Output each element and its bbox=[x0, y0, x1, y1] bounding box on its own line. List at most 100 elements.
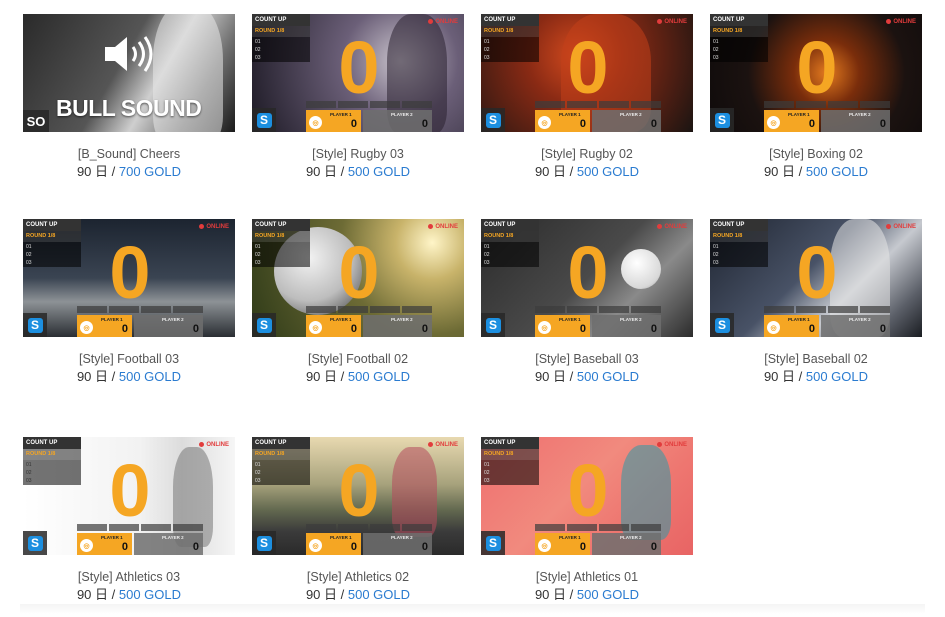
item-thumbnail[interactable]: COUNT UP ROUND 1/8 01 02 03 ONLINE 0 ◎ PLAY… bbox=[23, 437, 235, 555]
mini-bars bbox=[306, 101, 432, 108]
s-logo-icon: S bbox=[23, 531, 47, 555]
s-logo-icon: S bbox=[252, 313, 276, 337]
player-icon: ◎ bbox=[80, 321, 93, 334]
bull-sound-title: BULL SOUND bbox=[56, 95, 202, 121]
item-title[interactable]: [Style] Athletics 03 bbox=[23, 569, 235, 586]
item-price: 90 日 / 500 GOLD bbox=[76, 587, 182, 602]
online-status: ONLINE bbox=[428, 19, 458, 25]
item-price: 90 日 / 500 GOLD bbox=[534, 587, 640, 602]
item-gold-price[interactable]: 500 GOLD bbox=[577, 587, 639, 602]
item-gold-price[interactable]: 500 GOLD bbox=[119, 587, 181, 602]
s-logo-icon: S bbox=[710, 108, 734, 132]
player-icon: ◎ bbox=[309, 116, 322, 129]
score-display: 0 bbox=[567, 448, 608, 532]
s-logo-icon: S bbox=[481, 313, 505, 337]
player-score-bar: ◎ PLAYER 10 PLAYER 20 bbox=[764, 110, 890, 132]
online-status: ONLINE bbox=[886, 19, 916, 25]
page-bottom-divider bbox=[20, 604, 925, 614]
item-thumbnail[interactable]: COUNT UP ROUND 1/8 01 02 03 ONLINE 0 ◎ PLAY… bbox=[252, 219, 464, 337]
item-duration: 90 日 bbox=[76, 587, 109, 602]
item-duration: 90 日 bbox=[76, 164, 109, 179]
item-card-athletics-02[interactable]: COUNT UP ROUND 1/8 01 02 03 ONLINE 0 ◎ PLAY… bbox=[252, 437, 464, 603]
item-thumbnail[interactable]: COUNT UP ROUND 1/8 01 02 03 ONLINE 0 ◎ PLAY… bbox=[481, 219, 693, 337]
item-title[interactable]: [Style] Rugby 02 bbox=[481, 146, 693, 163]
score-display: 0 bbox=[338, 25, 379, 109]
player-score-bar: ◎ PLAYER 10 PLAYER 20 bbox=[764, 315, 890, 337]
player-icon: ◎ bbox=[538, 116, 551, 129]
mini-bars bbox=[77, 306, 203, 313]
item-card-cheers[interactable]: BULL SOUND SO [B_Sound] Cheers 90 日 / 70… bbox=[23, 14, 235, 180]
item-thumbnail[interactable]: COUNT UP ROUND 1/8 01 02 03 ONLINE 0 ◎ PLAY… bbox=[710, 14, 922, 132]
item-title[interactable]: [Style] Football 03 bbox=[23, 351, 235, 368]
item-card-rugby-03[interactable]: COUNT UP ROUND 1/8 01 02 03 ONLINE 0 ◎ PLAY… bbox=[252, 14, 464, 180]
item-card-football-03[interactable]: COUNT UP ROUND 1/8 01 02 03 ONLINE 0 ◎ PLAY… bbox=[23, 219, 235, 385]
player-icon: ◎ bbox=[80, 539, 93, 552]
item-thumbnail[interactable]: COUNT UP ROUND 1/8 01 02 03 ONLINE 0 ◎ PLAY… bbox=[710, 219, 922, 337]
item-gold-price[interactable]: 500 GOLD bbox=[577, 369, 639, 384]
score-display: 0 bbox=[567, 25, 608, 109]
item-card-athletics-01[interactable]: COUNT UP ROUND 1/8 01 02 03 ONLINE 0 ◎ PLAY… bbox=[481, 437, 693, 603]
item-duration: 90 日 bbox=[534, 369, 567, 384]
item-thumbnail[interactable]: COUNT UP ROUND 1/8 01 02 03 ONLINE 0 ◎ PLAY… bbox=[252, 437, 464, 555]
item-thumbnail[interactable]: COUNT UP ROUND 1/8 01 02 03 ONLINE 0 ◎ PLAY… bbox=[252, 14, 464, 132]
item-card-baseball-03[interactable]: COUNT UP ROUND 1/8 01 02 03 ONLINE 0 ◎ PLAY… bbox=[481, 219, 693, 385]
item-duration: 90 日 bbox=[305, 164, 338, 179]
player-score-bar: ◎ PLAYER 10 PLAYER 20 bbox=[535, 533, 661, 555]
score-display: 0 bbox=[338, 448, 379, 532]
item-card-boxing-02[interactable]: COUNT UP ROUND 1/8 01 02 03 ONLINE 0 ◎ PLAY… bbox=[710, 14, 922, 180]
item-gold-price[interactable]: 500 GOLD bbox=[577, 164, 639, 179]
item-duration: 90 日 bbox=[763, 369, 796, 384]
mini-bars bbox=[306, 524, 432, 531]
score-display: 0 bbox=[567, 230, 608, 314]
online-status: ONLINE bbox=[657, 19, 687, 25]
mini-bars bbox=[77, 524, 203, 531]
online-status: ONLINE bbox=[657, 224, 687, 230]
so-badge: SO bbox=[23, 110, 49, 132]
item-title[interactable]: [Style] Football 02 bbox=[252, 351, 464, 368]
s-logo-icon: S bbox=[710, 313, 734, 337]
item-card-baseball-02[interactable]: COUNT UP ROUND 1/8 01 02 03 ONLINE 0 ◎ PLAY… bbox=[710, 219, 922, 385]
item-title[interactable]: [Style] Athletics 02 bbox=[252, 569, 464, 586]
item-gold-price[interactable]: 500 GOLD bbox=[348, 587, 410, 602]
item-title[interactable]: [Style] Rugby 03 bbox=[252, 146, 464, 163]
player-score-bar: ◎ PLAYER 10 PLAYER 20 bbox=[535, 110, 661, 132]
speaker-icon bbox=[105, 36, 153, 72]
item-gold-price[interactable]: 500 GOLD bbox=[348, 164, 410, 179]
mini-bars bbox=[535, 524, 661, 531]
count-up-panel: COUNT UP ROUND 1/8 01 02 03 bbox=[252, 219, 310, 267]
baseball bbox=[621, 249, 661, 289]
player-icon: ◎ bbox=[538, 321, 551, 334]
item-title[interactable]: [Style] Boxing 02 bbox=[710, 146, 922, 163]
item-price: 90 日 / 500 GOLD bbox=[534, 369, 640, 384]
item-thumbnail[interactable]: COUNT UP ROUND 1/8 01 02 03 ONLINE 0 ◎ PLAY… bbox=[23, 219, 235, 337]
item-title[interactable]: [Style] Baseball 03 bbox=[481, 351, 693, 368]
item-thumbnail[interactable]: COUNT UP ROUND 1/8 01 02 03 ONLINE 0 ◎ PLAY… bbox=[481, 14, 693, 132]
item-gold-price[interactable]: 700 GOLD bbox=[119, 164, 181, 179]
count-up-panel: COUNT UP ROUND 1/8 01 02 03 bbox=[23, 437, 81, 485]
item-title[interactable]: [B_Sound] Cheers bbox=[23, 146, 235, 163]
item-title[interactable]: [Style] Baseball 02 bbox=[710, 351, 922, 368]
item-duration: 90 日 bbox=[76, 369, 109, 384]
player-icon: ◎ bbox=[767, 116, 780, 129]
online-status: ONLINE bbox=[428, 442, 458, 448]
mini-bars bbox=[764, 101, 890, 108]
item-card-athletics-03[interactable]: COUNT UP ROUND 1/8 01 02 03 ONLINE 0 ◎ PLAY… bbox=[23, 437, 235, 603]
score-display: 0 bbox=[796, 230, 837, 314]
player-score-bar: ◎ PLAYER 10 PLAYER 20 bbox=[306, 533, 432, 555]
item-gold-price[interactable]: 500 GOLD bbox=[806, 369, 868, 384]
item-gold-price[interactable]: 500 GOLD bbox=[806, 164, 868, 179]
item-duration: 90 日 bbox=[305, 587, 338, 602]
count-up-panel: COUNT UP ROUND 1/8 01 02 03 bbox=[710, 219, 768, 267]
item-thumbnail[interactable]: COUNT UP ROUND 1/8 01 02 03 ONLINE 0 ◎ PLAY… bbox=[481, 437, 693, 555]
item-gold-price[interactable]: 500 GOLD bbox=[119, 369, 181, 384]
item-thumbnail[interactable]: BULL SOUND SO bbox=[23, 14, 235, 132]
player-icon: ◎ bbox=[309, 539, 322, 552]
s-logo-icon: S bbox=[481, 531, 505, 555]
item-title[interactable]: [Style] Athletics 01 bbox=[481, 569, 693, 586]
player-icon: ◎ bbox=[767, 321, 780, 334]
item-card-rugby-02[interactable]: COUNT UP ROUND 1/8 01 02 03 ONLINE 0 ◎ PLAY… bbox=[481, 14, 693, 180]
item-duration: 90 日 bbox=[763, 164, 796, 179]
item-gold-price[interactable]: 500 GOLD bbox=[348, 369, 410, 384]
count-up-panel: COUNT UP ROUND 1/8 01 02 03 bbox=[481, 14, 539, 62]
item-card-football-02[interactable]: COUNT UP ROUND 1/8 01 02 03 ONLINE 0 ◎ PLAY… bbox=[252, 219, 464, 385]
